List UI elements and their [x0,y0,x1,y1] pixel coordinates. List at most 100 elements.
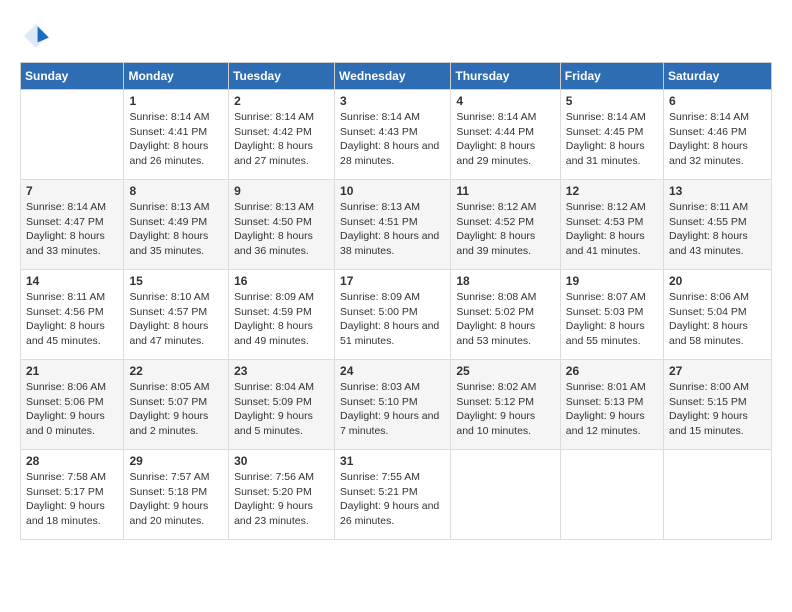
logo [20,20,56,52]
calendar-cell: 4 Sunrise: 8:14 AMSunset: 4:44 PMDaylight… [451,90,560,180]
day-detail: Sunrise: 8:12 AMSunset: 4:52 PMDaylight:… [456,200,554,259]
day-detail: Sunrise: 8:09 AMSunset: 4:59 PMDaylight:… [234,290,329,349]
day-number: 9 [234,184,329,198]
day-detail: Sunrise: 8:14 AMSunset: 4:45 PMDaylight:… [566,110,658,169]
day-number: 7 [26,184,118,198]
day-header-saturday: Saturday [664,63,772,90]
day-number: 23 [234,364,329,378]
day-number: 29 [129,454,223,468]
day-detail: Sunrise: 7:56 AMSunset: 5:20 PMDaylight:… [234,470,329,529]
day-number: 20 [669,274,766,288]
day-number: 8 [129,184,223,198]
day-detail: Sunrise: 8:04 AMSunset: 5:09 PMDaylight:… [234,380,329,439]
day-header-wednesday: Wednesday [335,63,451,90]
day-number: 14 [26,274,118,288]
calendar-cell: 15 Sunrise: 8:10 AMSunset: 4:57 PMDayligh… [124,270,229,360]
header-row: SundayMondayTuesdayWednesdayThursdayFrid… [21,63,772,90]
calendar-cell: 29Sunrise: 7:57 AMSunset: 5:18 PMDayligh… [124,450,229,540]
day-detail: Sunrise: 7:55 AMSunset: 5:21 PMDaylight:… [340,470,445,529]
calendar-table: SundayMondayTuesdayWednesdayThursdayFrid… [20,62,772,540]
calendar-cell: 27Sunrise: 8:00 AMSunset: 5:15 PMDayligh… [664,360,772,450]
calendar-cell [560,450,663,540]
day-detail: Sunrise: 8:01 AMSunset: 5:13 PMDaylight:… [566,380,658,439]
calendar-cell: 2 Sunrise: 8:14 AMSunset: 4:42 PMDaylight… [229,90,335,180]
day-detail: Sunrise: 8:02 AMSunset: 5:12 PMDaylight:… [456,380,554,439]
day-detail: Sunrise: 8:14 AMSunset: 4:44 PMDaylight:… [456,110,554,169]
calendar-cell: 22 Sunrise: 8:05 AMSunset: 5:07 PMDayligh… [124,360,229,450]
day-detail: Sunrise: 8:14 AMSunset: 4:47 PMDaylight:… [26,200,118,259]
calendar-cell: 21 Sunrise: 8:06 AMSunset: 5:06 PMDayligh… [21,360,124,450]
day-detail: Sunrise: 8:06 AMSunset: 5:06 PMDaylight:… [26,380,118,439]
day-detail: Sunrise: 8:08 AMSunset: 5:02 PMDaylight:… [456,290,554,349]
calendar-cell: 17Sunrise: 8:09 AMSunset: 5:00 PMDayligh… [335,270,451,360]
calendar-cell: 18 Sunrise: 8:08 AMSunset: 5:02 PMDayligh… [451,270,560,360]
calendar-cell: 11 Sunrise: 8:12 AMSunset: 4:52 PMDayligh… [451,180,560,270]
day-number: 15 [129,274,223,288]
calendar-cell: 23 Sunrise: 8:04 AMSunset: 5:09 PMDayligh… [229,360,335,450]
day-number: 13 [669,184,766,198]
week-row-0: 1 Sunrise: 8:14 AMSunset: 4:41 PMDaylight… [21,90,772,180]
day-detail: Sunrise: 8:14 AMSunset: 4:41 PMDaylight:… [129,110,223,169]
calendar-cell [21,90,124,180]
calendar-cell: 5 Sunrise: 8:14 AMSunset: 4:45 PMDaylight… [560,90,663,180]
day-detail: Sunrise: 8:03 AMSunset: 5:10 PMDaylight:… [340,380,445,439]
day-number: 18 [456,274,554,288]
calendar-cell: 3 Sunrise: 8:14 AMSunset: 4:43 PMDaylight… [335,90,451,180]
day-number: 11 [456,184,554,198]
logo-icon [20,20,52,52]
week-row-1: 7 Sunrise: 8:14 AMSunset: 4:47 PMDaylight… [21,180,772,270]
calendar-cell: 14 Sunrise: 8:11 AMSunset: 4:56 PMDayligh… [21,270,124,360]
day-detail: Sunrise: 8:10 AMSunset: 4:57 PMDaylight:… [129,290,223,349]
day-detail: Sunrise: 8:06 AMSunset: 5:04 PMDaylight:… [669,290,766,349]
day-number: 12 [566,184,658,198]
day-number: 5 [566,94,658,108]
day-header-sunday: Sunday [21,63,124,90]
day-detail: Sunrise: 7:58 AMSunset: 5:17 PMDaylight:… [26,470,118,529]
calendar-cell: 9 Sunrise: 8:13 AMSunset: 4:50 PMDaylight… [229,180,335,270]
day-number: 6 [669,94,766,108]
day-number: 2 [234,94,329,108]
day-header-monday: Monday [124,63,229,90]
day-number: 21 [26,364,118,378]
day-number: 22 [129,364,223,378]
day-number: 16 [234,274,329,288]
week-row-3: 21 Sunrise: 8:06 AMSunset: 5:06 PMDayligh… [21,360,772,450]
day-detail: Sunrise: 8:13 AMSunset: 4:49 PMDaylight:… [129,200,223,259]
day-detail: Sunrise: 8:11 AMSunset: 4:56 PMDaylight:… [26,290,118,349]
day-header-thursday: Thursday [451,63,560,90]
day-number: 24 [340,364,445,378]
calendar-cell: 20 Sunrise: 8:06 AMSunset: 5:04 PMDayligh… [664,270,772,360]
day-detail: Sunrise: 8:05 AMSunset: 5:07 PMDaylight:… [129,380,223,439]
day-number: 4 [456,94,554,108]
week-row-4: 28Sunrise: 7:58 AMSunset: 5:17 PMDayligh… [21,450,772,540]
calendar-cell: 13Sunrise: 8:11 AMSunset: 4:55 PMDayligh… [664,180,772,270]
day-detail: Sunrise: 8:14 AMSunset: 4:42 PMDaylight:… [234,110,329,169]
day-number: 30 [234,454,329,468]
calendar-cell [664,450,772,540]
calendar-cell: 19Sunrise: 8:07 AMSunset: 5:03 PMDayligh… [560,270,663,360]
day-number: 31 [340,454,445,468]
calendar-cell: 8 Sunrise: 8:13 AMSunset: 4:49 PMDaylight… [124,180,229,270]
day-number: 3 [340,94,445,108]
day-detail: Sunrise: 8:13 AMSunset: 4:50 PMDaylight:… [234,200,329,259]
day-number: 1 [129,94,223,108]
calendar-cell: 25 Sunrise: 8:02 AMSunset: 5:12 PMDayligh… [451,360,560,450]
day-detail: Sunrise: 8:14 AMSunset: 4:46 PMDaylight:… [669,110,766,169]
calendar-cell: 28Sunrise: 7:58 AMSunset: 5:17 PMDayligh… [21,450,124,540]
day-number: 27 [669,364,766,378]
calendar-cell: 1 Sunrise: 8:14 AMSunset: 4:41 PMDaylight… [124,90,229,180]
day-number: 10 [340,184,445,198]
header [20,20,772,52]
day-number: 25 [456,364,554,378]
calendar-cell: 6 Sunrise: 8:14 AMSunset: 4:46 PMDaylight… [664,90,772,180]
calendar-cell: 10Sunrise: 8:13 AMSunset: 4:51 PMDayligh… [335,180,451,270]
day-number: 19 [566,274,658,288]
day-detail: Sunrise: 8:12 AMSunset: 4:53 PMDaylight:… [566,200,658,259]
day-number: 26 [566,364,658,378]
day-header-tuesday: Tuesday [229,63,335,90]
day-header-friday: Friday [560,63,663,90]
week-row-2: 14 Sunrise: 8:11 AMSunset: 4:56 PMDayligh… [21,270,772,360]
calendar-cell: 24 Sunrise: 8:03 AMSunset: 5:10 PMDayligh… [335,360,451,450]
calendar-cell: 12 Sunrise: 8:12 AMSunset: 4:53 PMDayligh… [560,180,663,270]
day-detail: Sunrise: 8:14 AMSunset: 4:43 PMDaylight:… [340,110,445,169]
